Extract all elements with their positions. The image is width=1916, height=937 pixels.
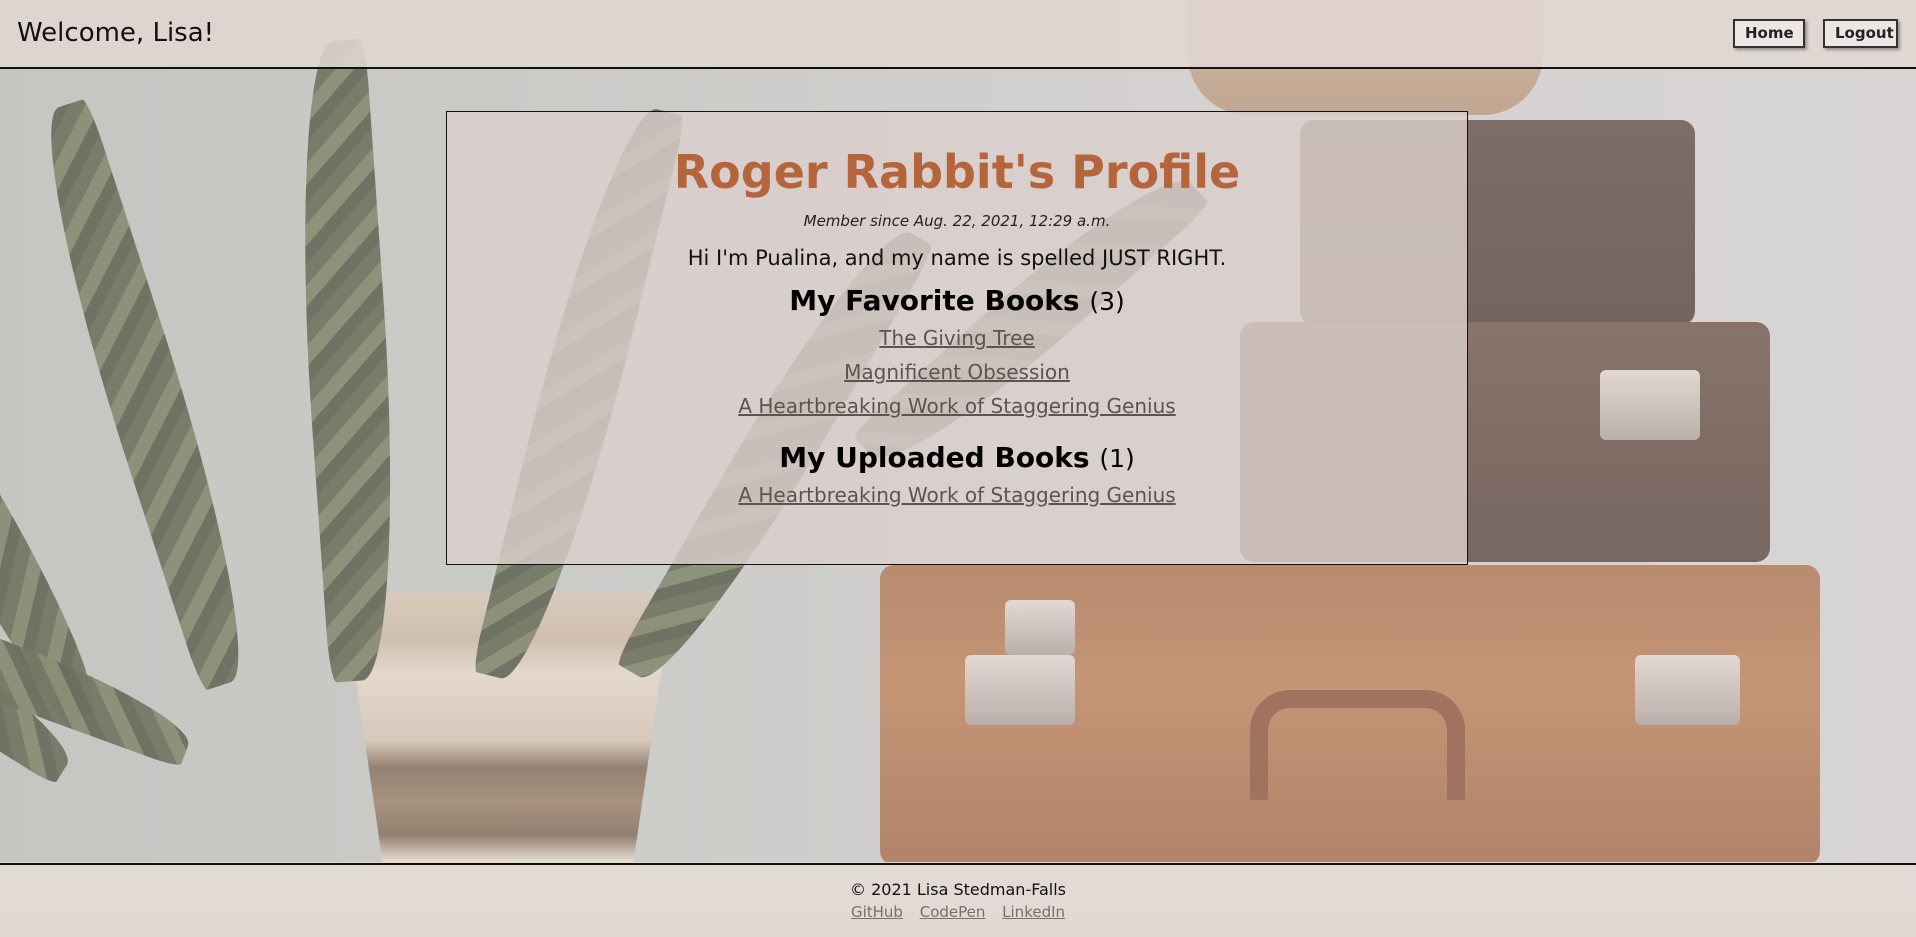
top-navbar: Welcome, Lisa! Home Logout bbox=[0, 0, 1916, 69]
page-footer: © 2021 Lisa Stedman-Falls GitHub CodePen… bbox=[0, 863, 1916, 937]
favorite-books-count: (3) bbox=[1089, 287, 1125, 316]
welcome-message: Welcome, Lisa! bbox=[17, 18, 215, 48]
book-link[interactable]: Magnificent Obsession bbox=[844, 355, 1070, 389]
linkedin-link[interactable]: LinkedIn bbox=[1002, 903, 1065, 921]
uploaded-books-count: (1) bbox=[1099, 444, 1135, 473]
uploaded-books-heading: My Uploaded Books (1) bbox=[447, 441, 1467, 476]
book-link[interactable]: A Heartbreaking Work of Staggering Geniu… bbox=[738, 478, 1175, 512]
logout-button[interactable]: Logout bbox=[1823, 19, 1898, 48]
favorite-books-heading: My Favorite Books (3) bbox=[447, 284, 1467, 319]
uploaded-books-title: My Uploaded Books bbox=[779, 441, 1090, 474]
footer-links: GitHub CodePen LinkedIn bbox=[0, 903, 1916, 921]
home-button[interactable]: Home bbox=[1733, 19, 1805, 48]
favorite-books-list: The Giving Tree Magnificent Obsession A … bbox=[447, 321, 1467, 423]
book-link[interactable]: A Heartbreaking Work of Staggering Geniu… bbox=[738, 389, 1175, 423]
page-title: Roger Rabbit's Profile bbox=[673, 145, 1241, 199]
uploaded-books-list: A Heartbreaking Work of Staggering Geniu… bbox=[447, 478, 1467, 512]
favorite-books-title: My Favorite Books bbox=[789, 284, 1080, 317]
copyright-text: © 2021 Lisa Stedman-Falls bbox=[850, 880, 1066, 899]
codepen-link[interactable]: CodePen bbox=[920, 903, 986, 921]
profile-card: Roger Rabbit's Profile Member since Aug.… bbox=[446, 111, 1468, 565]
profile-bio: Hi I'm Pualina, and my name is spelled J… bbox=[687, 246, 1227, 270]
book-link[interactable]: The Giving Tree bbox=[879, 321, 1034, 355]
member-since-text: Member since Aug. 22, 2021, 12:29 a.m. bbox=[803, 212, 1111, 230]
github-link[interactable]: GitHub bbox=[851, 903, 903, 921]
